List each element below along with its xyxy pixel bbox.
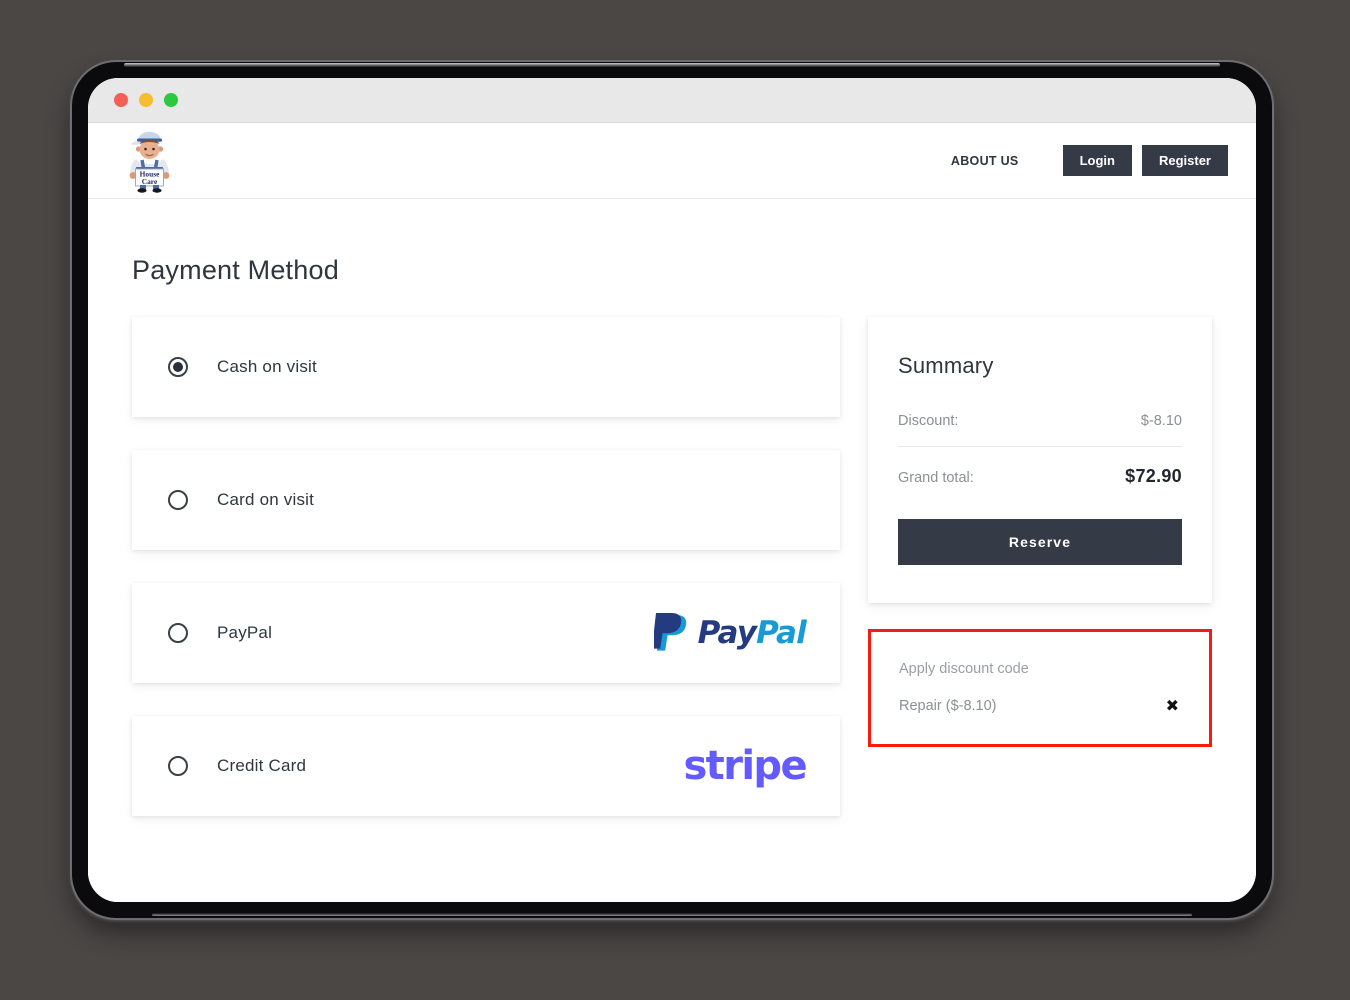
summary-divider bbox=[898, 446, 1182, 447]
apply-discount-code-label[interactable]: Apply discount code bbox=[899, 661, 1181, 677]
reserve-button[interactable]: Reserve bbox=[898, 519, 1182, 565]
screenshot-canvas: House Care ABOUT US Login Register Payme… bbox=[0, 0, 1350, 1000]
applied-discount-row: Repair ($-8.10) ✖ bbox=[899, 698, 1181, 715]
radio-credit-card[interactable] bbox=[168, 756, 188, 776]
tablet-device-frame: House Care ABOUT US Login Register Payme… bbox=[72, 62, 1272, 918]
site-header: House Care ABOUT US Login Register bbox=[88, 123, 1256, 199]
paypal-wordmark: PayPal bbox=[697, 614, 807, 651]
summary-card: Summary Discount: $-8.10 Grand total: $7… bbox=[868, 317, 1212, 603]
paypal-word-pal: Pal bbox=[756, 614, 807, 651]
brand-slot: stripe bbox=[683, 743, 807, 789]
right-column: Summary Discount: $-8.10 Grand total: $7… bbox=[868, 317, 1212, 747]
browser-window: House Care ABOUT US Login Register Payme… bbox=[88, 78, 1256, 902]
payment-option-label: Credit Card bbox=[217, 756, 307, 775]
payment-option-cash-on-visit[interactable]: Cash on visit bbox=[132, 317, 840, 417]
grand-total-value: $72.90 bbox=[1125, 466, 1182, 486]
payment-option-credit-card[interactable]: Credit Card stripe bbox=[132, 716, 840, 816]
radio-cash-on-visit[interactable] bbox=[168, 357, 188, 377]
payment-option-label: Cash on visit bbox=[217, 357, 317, 376]
logo-sign-line2: Care bbox=[142, 177, 158, 186]
payment-options-list: Cash on visit Card on visit PayPal PayPa… bbox=[132, 317, 840, 849]
summary-title: Summary bbox=[898, 353, 994, 378]
summary-row-discount: Discount: $-8.10 bbox=[898, 407, 1182, 435]
login-button[interactable]: Login bbox=[1062, 145, 1132, 176]
payment-option-label: PayPal bbox=[217, 623, 273, 642]
payment-option-card-on-visit[interactable]: Card on visit bbox=[132, 450, 840, 550]
page-title: Payment Method bbox=[132, 255, 339, 285]
page-body: Payment Method Cash on visit Card on vis… bbox=[88, 199, 1256, 902]
window-title-bar bbox=[88, 78, 1256, 123]
window-minimize-icon[interactable] bbox=[139, 93, 153, 107]
summary-row-grand-total: Grand total: $72.90 bbox=[898, 460, 1182, 493]
register-button[interactable]: Register bbox=[1141, 145, 1228, 176]
house-care-logo-icon[interactable]: House Care bbox=[126, 129, 173, 193]
window-maximize-icon[interactable] bbox=[164, 93, 178, 107]
window-close-icon[interactable] bbox=[114, 93, 128, 107]
discount-code-card: Apply discount code Repair ($-8.10) ✖ bbox=[868, 629, 1212, 747]
radio-paypal[interactable] bbox=[168, 623, 188, 643]
remove-discount-close-icon[interactable]: ✖ bbox=[1164, 698, 1181, 714]
applied-discount-text: Repair ($-8.10) bbox=[899, 698, 997, 714]
stripe-logo-icon: stripe bbox=[683, 743, 807, 789]
paypal-word-pay: Pay bbox=[697, 614, 757, 651]
grand-total-label: Grand total: bbox=[898, 470, 974, 486]
nav-link-about-us[interactable]: ABOUT US bbox=[951, 154, 1019, 168]
discount-label: Discount: bbox=[898, 413, 959, 429]
payment-option-label: Card on visit bbox=[217, 490, 315, 509]
payment-option-paypal[interactable]: PayPal PayPal bbox=[132, 583, 840, 683]
discount-value: $-8.10 bbox=[1140, 413, 1182, 429]
content-grid: Cash on visit Card on visit PayPal PayPa… bbox=[132, 317, 1212, 849]
radio-card-on-visit[interactable] bbox=[168, 490, 188, 510]
brand-slot: PayPal bbox=[653, 612, 807, 654]
paypal-logo-icon: PayPal bbox=[653, 612, 807, 654]
